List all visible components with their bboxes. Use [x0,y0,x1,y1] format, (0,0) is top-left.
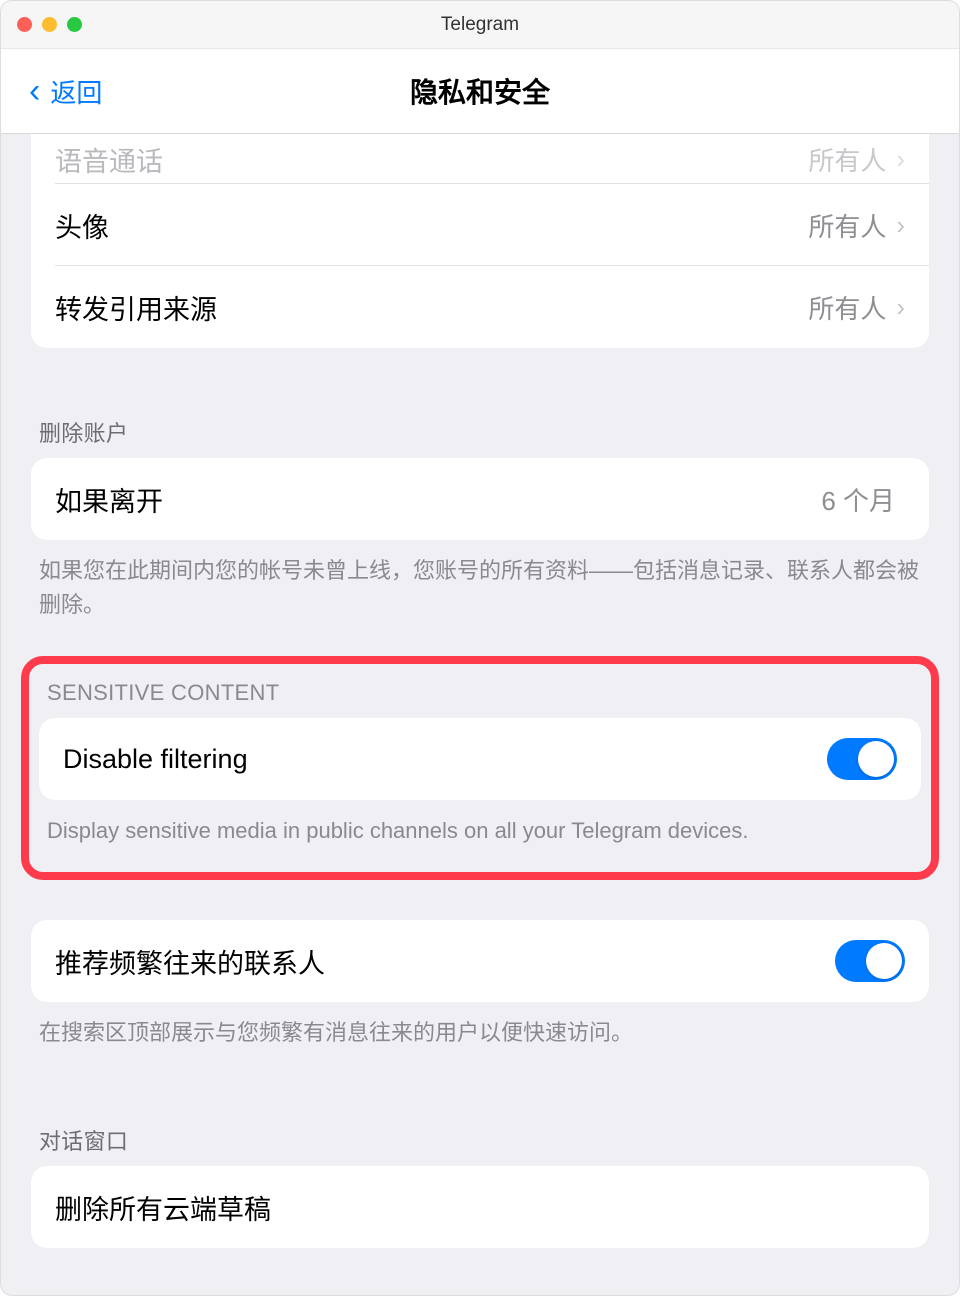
suggest-contacts-section: 推荐频繁往来的联系人 在搜索区顶部展示与您频繁有消息往来的用户以便快速访问。 [1,920,959,1056]
row-disable-filtering: Disable filtering [39,718,921,800]
traffic-lights [17,17,82,32]
suggest-contacts-toggle[interactable] [835,940,905,982]
section-header: 删除账户 [31,388,929,458]
section-footer: 如果您在此期间内您的帐号未曾上线，您账号的所有资料——包括消息记录、联系人都会被… [31,540,929,628]
privacy-card: 语音通话 所有人 › 头像 所有人 › 转发引用来源 所有人 › [31,134,929,348]
chat-window-card: 删除所有云端草稿 [31,1166,929,1248]
chevron-left-icon: ‹ [29,74,40,108]
window-title: Telegram [17,14,943,36]
app-window: Telegram ‹ 返回 隐私和安全 语音通话 所有人 › 头像 所有人 › [0,0,960,1296]
delete-account-card: 如果离开 6 个月 [31,458,929,540]
minimize-window-button[interactable] [42,17,57,32]
row-value: 所有人 [808,207,886,244]
row-label: 推荐频繁往来的联系人 [55,942,835,981]
suggest-card: 推荐频繁往来的联系人 [31,920,929,1002]
chevron-right-icon: › [896,210,905,241]
section-footer: 在搜索区顶部展示与您频繁有消息往来的用户以便快速访问。 [31,1002,929,1056]
back-label: 返回 [50,73,102,110]
row-avatar[interactable]: 头像 所有人 › [31,184,929,266]
row-value: 所有人 [808,289,886,326]
maximize-window-button[interactable] [67,17,82,32]
delete-account-section: 删除账户 如果离开 6 个月 如果您在此期间内您的帐号未曾上线，您账号的所有资料… [1,388,959,628]
close-window-button[interactable] [17,17,32,32]
row-delete-drafts[interactable]: 删除所有云端草稿 [31,1166,929,1248]
section-header: 对话窗口 [31,1096,929,1166]
row-forward[interactable]: 转发引用来源 所有人 › [31,266,929,348]
row-voice-calls[interactable]: 语音通话 所有人 › [31,134,929,184]
back-button[interactable]: ‹ 返回 [1,73,102,110]
content-area: 语音通话 所有人 › 头像 所有人 › 转发引用来源 所有人 › 删除账户 [1,134,959,1295]
row-label: 转发引用来源 [55,288,808,327]
row-label: Disable filtering [63,744,827,775]
chevron-right-icon: › [896,292,905,323]
row-label: 删除所有云端草稿 [55,1188,905,1227]
titlebar: Telegram [1,1,959,49]
row-value: 6 个月 [821,481,895,518]
row-label: 头像 [55,206,808,245]
row-value: 所有人 [808,141,886,178]
nav-header: ‹ 返回 隐私和安全 [1,49,959,134]
row-label: 如果离开 [55,480,821,519]
sensitive-card: Disable filtering [39,718,921,800]
chevron-right-icon: › [896,144,905,175]
section-footer: Display sensitive media in public channe… [39,800,921,854]
disable-filtering-toggle[interactable] [827,738,897,780]
row-suggest-contacts: 推荐频繁往来的联系人 [31,920,929,1002]
sensitive-content-highlight: SENSITIVE CONTENT Disable filtering Disp… [21,656,939,880]
page-title: 隐私和安全 [410,71,550,111]
row-if-away[interactable]: 如果离开 6 个月 [31,458,929,540]
row-label: 语音通话 [55,140,808,179]
section-header: SENSITIVE CONTENT [39,672,921,718]
privacy-section: 语音通话 所有人 › 头像 所有人 › 转发引用来源 所有人 › [1,134,959,348]
chat-window-section: 对话窗口 删除所有云端草稿 [1,1096,959,1248]
